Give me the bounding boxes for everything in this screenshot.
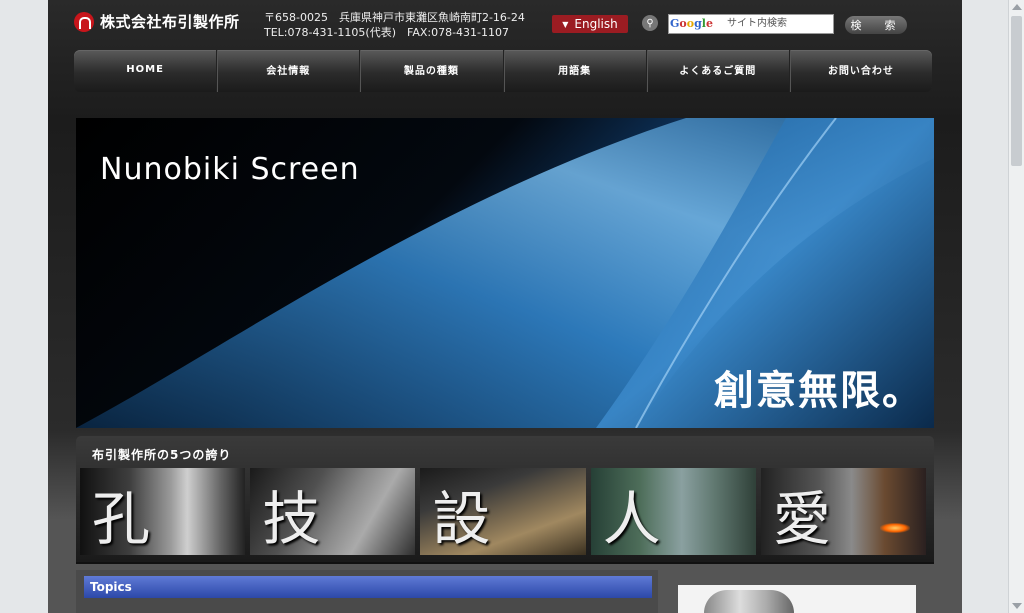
- nav-item-glossary[interactable]: 用語集: [504, 50, 647, 92]
- pride-title: 布引製作所の5つの誇り: [92, 448, 232, 462]
- nav-item-company[interactable]: 会社情報: [217, 50, 361, 92]
- search-placeholder: サイト内検索: [727, 18, 787, 29]
- pride-tile-love[interactable]: 愛: [760, 468, 927, 555]
- hero-title: Nunobiki Screen: [100, 152, 360, 187]
- company-address: 〒658-0025 兵庫県神戸市東灘区魚崎南町2-16-24 TEL:078-4…: [264, 10, 525, 40]
- tile-kanji: 愛: [772, 485, 831, 553]
- header: 株式会社布引製作所 〒658-0025 兵庫県神戸市東灘区魚崎南町2-16-24…: [48, 0, 962, 48]
- nav-item-faq[interactable]: よくあるご質問: [647, 50, 790, 92]
- right-background: [962, 0, 1008, 613]
- nav-item-home[interactable]: HOME: [74, 50, 218, 92]
- nav-item-products[interactable]: 製品の種類: [360, 50, 504, 92]
- main-nav: HOME 会社情報 製品の種類 用語集 よくあるご質問 お問い合わせ: [74, 50, 932, 92]
- address-line: 〒658-0025 兵庫県神戸市東灘区魚崎南町2-16-24: [264, 11, 525, 24]
- triangle-down-icon: ▼: [562, 19, 569, 29]
- english-button[interactable]: ▼ English: [552, 15, 628, 33]
- scroll-up-icon[interactable]: [1012, 4, 1022, 10]
- tile-kanji: 人: [602, 485, 661, 553]
- logo-text: 株式会社布引製作所: [100, 13, 240, 31]
- search-button[interactable]: 検 索: [845, 16, 907, 34]
- left-background: [0, 0, 48, 613]
- pride-tiles: 孔 技 設 人 愛: [80, 468, 927, 555]
- tile-kanji: 設: [432, 485, 491, 553]
- scroll-down-icon[interactable]: [1012, 603, 1022, 609]
- english-label: English: [574, 17, 618, 31]
- pride-tile-equipment[interactable]: 設: [420, 468, 586, 555]
- hero-slogan: 創意無限。: [714, 368, 924, 414]
- tile-kanji: 孔: [92, 485, 151, 553]
- topics-heading: Topics: [84, 576, 652, 598]
- nav-item-contact[interactable]: お問い合わせ: [790, 50, 932, 92]
- pride-section: 布引製作所の5つの誇り 孔 技 設 人 愛: [76, 436, 934, 562]
- welding-spark: [880, 523, 911, 533]
- google-logo: Google: [670, 17, 713, 30]
- page-container: 株式会社布引製作所 〒658-0025 兵庫県神戸市東灘区魚崎南町2-16-24…: [48, 0, 962, 613]
- pride-tile-skill[interactable]: 技: [250, 468, 416, 555]
- tile-kanji: 技: [262, 485, 321, 553]
- scroll-thumb[interactable]: [1011, 16, 1022, 166]
- magnifier-icon: ⚲: [642, 15, 658, 31]
- contact-line: TEL:078-431-1105(代表) FAX:078-431-1107: [264, 26, 510, 39]
- company-logo[interactable]: 株式会社布引製作所: [74, 11, 240, 32]
- logo-mark-icon: [74, 11, 94, 32]
- section-divider: [76, 562, 934, 564]
- vertical-scrollbar[interactable]: [1008, 0, 1024, 613]
- pride-tile-people[interactable]: 人: [590, 468, 756, 555]
- product-image[interactable]: [704, 590, 794, 613]
- pride-tile-hole[interactable]: 孔: [80, 468, 246, 555]
- hero-banner: Nunobiki Screen 創意無限。: [76, 118, 934, 428]
